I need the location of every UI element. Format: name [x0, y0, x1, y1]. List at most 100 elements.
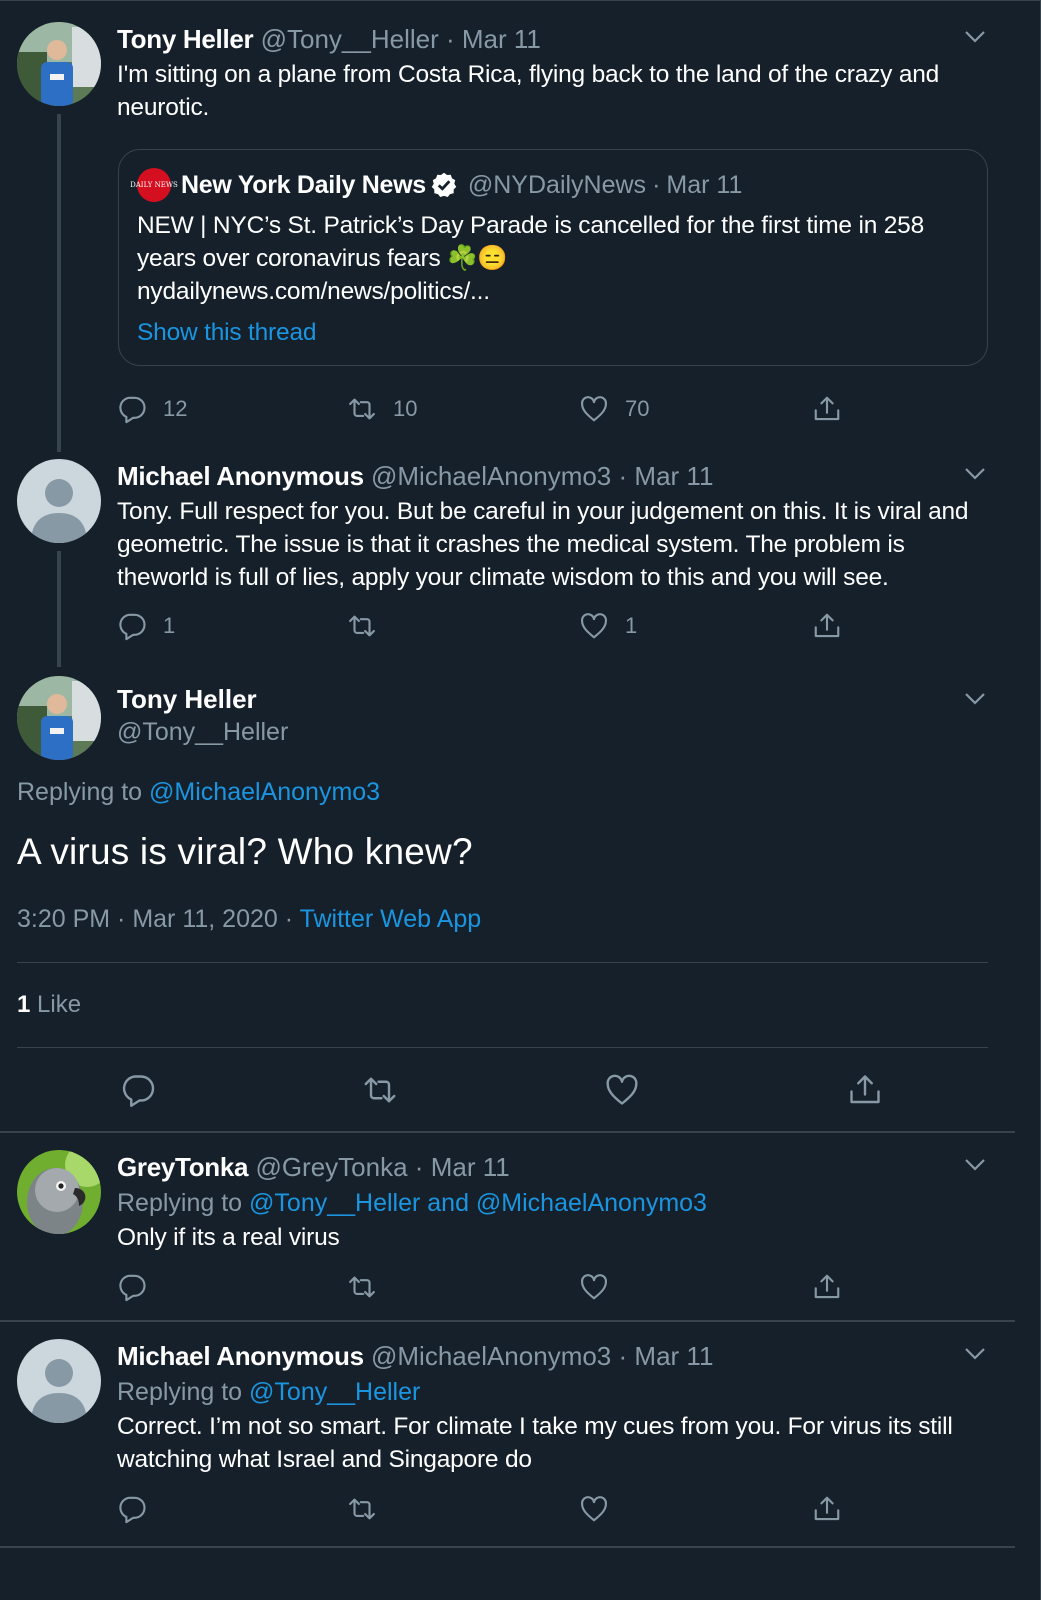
verified-badge-icon [431, 172, 457, 198]
quoted-tweet[interactable]: DAILY NEWS New York Daily News @NYDailyN… [118, 149, 988, 366]
heart-icon [581, 613, 607, 639]
dot-separator: · [445, 24, 455, 54]
author-handle[interactable]: @MichaelAnonymo3 [371, 1341, 611, 1371]
author-name[interactable]: Tony Heller [117, 24, 254, 54]
reply-button[interactable] [117, 1492, 147, 1526]
share-button[interactable] [812, 1492, 842, 1526]
author-handle[interactable]: @Tony__Heller [261, 24, 439, 54]
main-tweet-text: A virus is viral? Who knew? [17, 831, 473, 872]
tweet-header: Michael Anonymous @MichaelAnonymo3 · Mar… [117, 1339, 984, 1373]
reply-button[interactable]: 1 [117, 609, 175, 643]
author-handle[interactable]: @MichaelAnonymo3 [371, 461, 611, 491]
main-tweet: Tony Heller @Tony__Heller Replying to @M… [0, 670, 1020, 1132]
share-button[interactable] [812, 1270, 842, 1304]
quoted-tweet-url[interactable]: nydailynews.com/news/politics/... [137, 275, 969, 308]
share-button[interactable] [847, 1070, 883, 1110]
avatar-default[interactable] [17, 1339, 101, 1423]
avatar[interactable] [17, 22, 101, 106]
tweet-thread-page: Tony Heller @Tony__Heller · Mar 11 I'm s… [0, 0, 1041, 1600]
author-name[interactable]: GreyTonka [117, 1152, 249, 1182]
like-count: 70 [625, 396, 650, 421]
chevron-down-icon[interactable] [964, 1347, 986, 1361]
replying-label: Replying to [17, 778, 150, 806]
replying-to: Replying to @MichaelAnonymo3 [17, 778, 380, 807]
chevron-down-icon[interactable] [964, 30, 986, 44]
tweet-source-link[interactable]: Twitter Web App [300, 905, 482, 933]
reply-icon [122, 1075, 155, 1107]
share-button[interactable] [812, 392, 842, 426]
reply-count: 1 [163, 613, 176, 638]
reply-button[interactable] [117, 1270, 147, 1304]
share-icon [814, 613, 840, 638]
author-name[interactable]: Michael Anonymous [117, 1341, 364, 1371]
like-button[interactable] [579, 1270, 609, 1304]
retweet-button[interactable]: 10 [347, 392, 417, 426]
like-count: 1 [625, 613, 638, 638]
divider [17, 1047, 988, 1048]
tweet-tony-heller[interactable]: Tony Heller @Tony__Heller · Mar 11 I'm s… [0, 0, 1020, 455]
author-handle[interactable]: @GreyTonka [255, 1152, 407, 1182]
retweet-button[interactable] [347, 1270, 377, 1304]
tweet-actions: 12 10 70 [117, 392, 857, 426]
retweet-button[interactable] [347, 1492, 377, 1526]
tweet-date[interactable]: Mar 11 [634, 461, 713, 491]
replying-mention-link[interactable]: @Tony__Heller and @MichaelAnonymo3 [249, 1189, 707, 1217]
tweet-timestamp[interactable]: 3:20 PM · Mar 11, 2020 [17, 905, 278, 933]
like-button[interactable]: 70 [579, 392, 649, 426]
thread-line [57, 114, 61, 452]
author-name[interactable]: Tony Heller [117, 684, 984, 715]
author-handle[interactable]: @Tony__Heller [117, 718, 984, 747]
reply-button[interactable]: 12 [117, 392, 187, 426]
retweet-button[interactable] [347, 609, 377, 643]
retweet-icon [349, 398, 375, 420]
replying-mention-link[interactable]: @MichaelAnonymo3 [149, 778, 380, 806]
author-name[interactable]: Michael Anonymous [117, 461, 364, 491]
replying-label: Replying to [117, 1378, 250, 1406]
tweet-actions [117, 1270, 857, 1304]
reply-icon [119, 396, 146, 424]
share-button[interactable] [812, 609, 842, 643]
tweet-meta: 3:20 PM · Mar 11, 2020 · Twitter Web App [17, 905, 481, 934]
retweet-icon [349, 1276, 375, 1298]
avatar[interactable] [17, 676, 101, 760]
dot-separator: · [284, 905, 294, 933]
quoted-tweet-date: Mar 11 [666, 170, 743, 199]
avatar-parrot[interactable] [17, 1150, 101, 1234]
dot-separator: · [414, 1152, 424, 1182]
tweet-text: Correct. I’m not so smart. For climate I… [117, 1413, 953, 1473]
like-button[interactable] [604, 1070, 640, 1110]
reply-button[interactable] [120, 1070, 156, 1110]
divider [17, 962, 988, 963]
show-thread-link[interactable]: Show this thread [137, 316, 969, 349]
share-icon [814, 1274, 840, 1299]
reply-michael-anonymous[interactable]: Michael Anonymous @MichaelAnonymo3 · Mar… [0, 1322, 1020, 1547]
replying-mention-link[interactable]: @Tony__Heller [249, 1378, 420, 1406]
tweet-actions [117, 1492, 857, 1526]
quoted-author-handle: @NYDailyNews [467, 170, 647, 199]
retweet-icon [364, 1077, 396, 1103]
tweet-text: I'm sitting on a plane from Costa Rica, … [117, 61, 940, 121]
chevron-down-icon[interactable] [964, 1158, 986, 1172]
share-icon [814, 396, 840, 421]
dot-separator: · [618, 461, 628, 491]
likes-stat[interactable]: 1 Like [17, 991, 81, 1019]
retweet-icon [349, 615, 375, 637]
reply-greytonka[interactable]: GreyTonka @GreyTonka · Mar 11 Replying t… [0, 1133, 1020, 1321]
tweet-date[interactable]: Mar 11 [462, 24, 541, 54]
heart-icon [606, 1074, 638, 1105]
retweet-icon [349, 1498, 375, 1520]
chevron-down-icon[interactable] [964, 467, 986, 481]
dot-separator: · [652, 170, 661, 199]
tweet-header: Tony Heller @Tony__Heller · Mar 11 [117, 22, 984, 56]
replying-label: Replying to [117, 1189, 250, 1217]
quoted-tweet-text: NEW | NYC’s St. Patrick’s Day Parade is … [137, 212, 925, 272]
tweet-date[interactable]: Mar 11 [634, 1341, 713, 1371]
tweet-michael-anonymous[interactable]: Michael Anonymous @MichaelAnonymo3 · Mar… [0, 455, 1020, 670]
like-button[interactable]: 1 [579, 609, 637, 643]
tweet-date[interactable]: Mar 11 [431, 1152, 510, 1182]
avatar-default[interactable] [17, 459, 101, 543]
quoted-author-name: New York Daily News [181, 170, 426, 199]
chevron-down-icon[interactable] [964, 692, 986, 706]
like-button[interactable] [579, 1492, 609, 1526]
retweet-button[interactable] [362, 1070, 398, 1110]
